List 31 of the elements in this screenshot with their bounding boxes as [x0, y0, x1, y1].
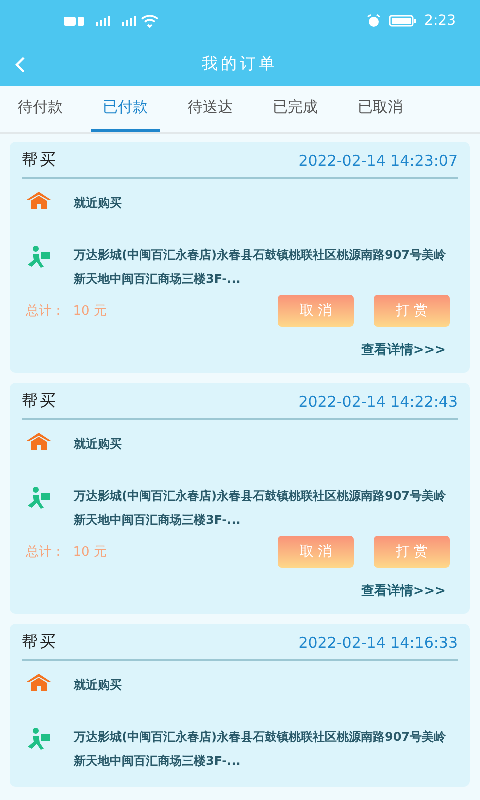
order-tab[interactable]: 待送达: [176, 86, 245, 132]
shop-text: 就近购买: [74, 677, 122, 694]
order-time: 2022-02-14 14:16:33: [298, 634, 458, 652]
address-text: 万达影城(中闽百汇永春店)永春县石鼓镇桃联社区桃源南路907号美岭新天地中闽百汇商场三楼3F-...: [74, 247, 448, 288]
clock-time: 2:23: [424, 13, 456, 29]
courier-icon: [26, 727, 52, 753]
address-text: 万达影城(中闽百汇永春店)永春县石鼓镇桃联社区桃源南路907号美岭新天地中闽百汇商场三楼3F-...: [74, 488, 448, 529]
order-tab[interactable]: 已取消: [346, 86, 415, 132]
order-time: 2022-02-14 14:23:07: [298, 152, 458, 170]
order-tab[interactable]: 已完成: [261, 86, 330, 132]
order-tab[interactable]: 待付款: [6, 86, 75, 132]
total-price: 总计： 10 元: [25, 303, 107, 320]
house-icon: [26, 432, 52, 450]
courier-icon: [26, 245, 52, 271]
page-title: 我的订单: [202, 54, 278, 74]
house-icon: [26, 191, 52, 209]
details-link[interactable]: 查看详情>>>: [361, 341, 446, 359]
house-icon: [26, 673, 52, 691]
shop-text: 就近购买: [74, 195, 122, 212]
order-time: 2022-02-14 14:22:43: [298, 392, 458, 410]
alarm-icon: [366, 14, 381, 28]
shop-text: 就近购买: [74, 436, 122, 453]
order-type: 帮买: [22, 632, 58, 653]
order-type: 帮买: [22, 391, 58, 412]
order-tab[interactable]: 已付款: [91, 86, 160, 132]
courier-icon: [26, 486, 52, 512]
order-type: 帮买: [22, 150, 58, 171]
details-link[interactable]: 查看详情>>>: [361, 582, 446, 600]
total-price: 总计： 10 元: [25, 544, 107, 561]
address-text: 万达影城(中闽百汇永春店)永春县石鼓镇桃联社区桃源南路907号美岭新天地中闽百汇商场三楼3F-...: [74, 729, 448, 770]
battery-icon: [388, 14, 417, 28]
